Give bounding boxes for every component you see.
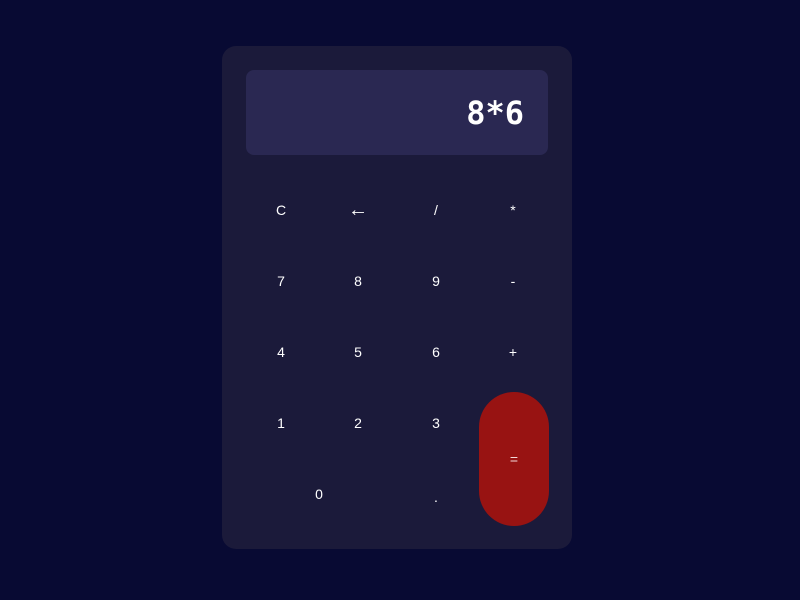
digit-4-button[interactable]: 4 (246, 325, 316, 379)
digit-9-button[interactable]: 9 (401, 254, 471, 308)
add-button[interactable]: + (478, 325, 548, 379)
digit-7-button[interactable]: 7 (246, 254, 316, 308)
backspace-button[interactable]: ← (323, 183, 393, 237)
multiply-button[interactable]: * (478, 183, 548, 237)
decimal-button[interactable]: . (401, 470, 471, 524)
clear-button[interactable]: C (246, 183, 316, 237)
digit-6-button[interactable]: 6 (401, 325, 471, 379)
calculator-panel: 8*6 C ← / * 7 8 9 - 4 5 6 + 1 2 3 = 0 . (222, 46, 572, 549)
digit-0-button[interactable]: 0 (244, 467, 394, 521)
digit-8-button[interactable]: 8 (323, 254, 393, 308)
digit-1-button[interactable]: 1 (246, 396, 316, 450)
display-expression: 8*6 (466, 93, 524, 132)
equals-button[interactable]: = (479, 392, 549, 526)
subtract-button[interactable]: - (478, 254, 548, 308)
digit-3-button[interactable]: 3 (401, 396, 471, 450)
calculator-display: 8*6 (246, 70, 548, 155)
digit-2-button[interactable]: 2 (323, 396, 393, 450)
digit-5-button[interactable]: 5 (323, 325, 393, 379)
divide-button[interactable]: / (401, 183, 471, 237)
